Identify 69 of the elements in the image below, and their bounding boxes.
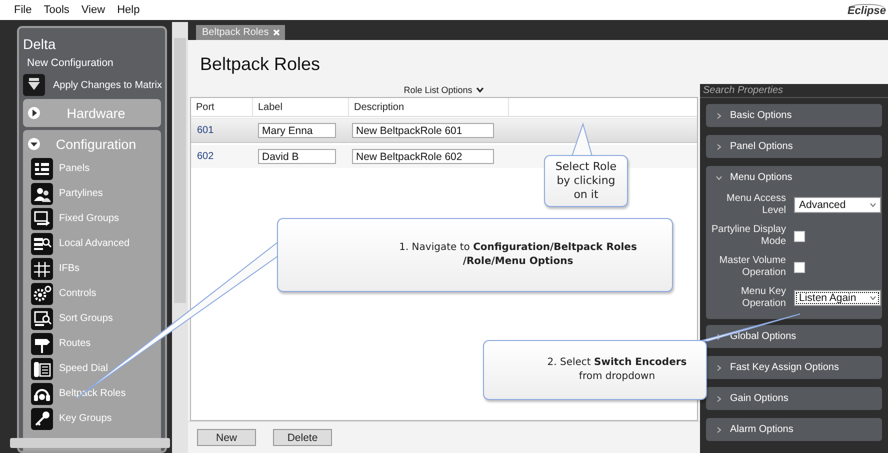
list-options-button[interactable]: Role List Options — [404, 85, 484, 95]
configuration-name: New Configuration — [27, 57, 114, 69]
nav-item-label: Routes — [59, 338, 91, 349]
apply-changes-button[interactable]: Apply Changes to Matrix — [23, 74, 162, 96]
description-field[interactable]: New BeltpackRole 601 — [352, 123, 494, 138]
key-icon — [31, 408, 53, 430]
nav-item-label: IFBs — [59, 263, 80, 274]
label-field[interactable]: Mary Enna — [258, 123, 336, 138]
nav-item-label: Key Groups — [59, 413, 112, 424]
headset-icon — [31, 382, 53, 404]
label-field[interactable]: David B — [258, 149, 336, 164]
signpost-icon — [31, 332, 53, 354]
column-header[interactable]: Port — [191, 98, 253, 116]
field-label: Menu Access Level — [726, 193, 786, 217]
grid-icon — [31, 158, 53, 180]
table-row[interactable]: 601 Mary Enna New BeltpackRole 601 — [191, 118, 697, 143]
dropdown[interactable]: Advanced — [794, 197, 881, 213]
download-icon — [23, 74, 45, 96]
field-label: Menu Key Operation — [740, 286, 786, 310]
nav-item-label: Speed Dial — [59, 363, 108, 374]
field-label: Master Volume Operation — [718, 255, 786, 279]
menu-item[interactable]: File — [8, 4, 38, 16]
menu-item[interactable]: View — [75, 4, 112, 16]
configuration-title: Delta — [23, 36, 57, 52]
section-header[interactable]: Basic Options — [706, 104, 882, 127]
monitor-icon — [31, 208, 53, 230]
dropdown[interactable]: Listen Again — [794, 290, 881, 306]
chevron-down-icon — [476, 87, 484, 93]
section-header[interactable]: Fast Key Assign Options — [706, 356, 882, 379]
nav-item-label: Partylines — [59, 188, 103, 199]
lines-icon — [31, 258, 53, 280]
port-cell-text: 601 — [196, 125, 215, 136]
port-cell-text: 602 — [196, 151, 215, 162]
gear-icon — [31, 282, 53, 304]
nav-item-label: Local Advanced — [59, 238, 130, 249]
section-header[interactable]: Menu Options — [706, 166, 882, 189]
nav-item-label: Controls — [59, 288, 96, 299]
people-icon — [31, 182, 53, 204]
phone-icon — [31, 358, 53, 380]
description-field[interactable]: New BeltpackRole 602 — [352, 149, 494, 164]
menu-item[interactable]: Help — [111, 4, 146, 16]
caret-icon — [870, 203, 876, 207]
section-header[interactable]: Gain Options — [706, 387, 882, 410]
close-icon[interactable] — [272, 29, 280, 36]
callout: 2. Select Switch Encoders from dropdown — [483, 340, 707, 400]
nav-item-label: Fixed Groups — [59, 213, 120, 224]
field-label: Partyline Display Mode — [710, 224, 786, 248]
magnifier-icon — [31, 232, 53, 254]
callout: 1. Navigate to Configuration/Beltpack Roles /Role/Menu Options — [277, 218, 673, 292]
nav-item-label: Sort Groups — [59, 313, 113, 324]
page-title: Beltpack Roles — [200, 54, 320, 75]
search-field[interactable]: Search Properties — [700, 84, 888, 98]
checkbox[interactable] — [794, 262, 805, 272]
column-header[interactable]: Label — [253, 98, 349, 116]
scrollbar[interactable] — [172, 22, 188, 453]
logo: Eclipse — [847, 4, 886, 16]
callout-pointer — [571, 122, 593, 156]
checkbox[interactable] — [794, 230, 805, 242]
action-button[interactable]: Delete — [273, 429, 332, 446]
caret-icon — [870, 296, 876, 300]
column-header[interactable]: Description — [349, 98, 509, 116]
section-header[interactable]: Panel Options — [706, 135, 882, 158]
action-button[interactable]: New — [197, 429, 256, 446]
callout: Select Role by clicking on it — [544, 155, 628, 207]
menu-item[interactable]: Tools — [38, 4, 76, 16]
nav-item-label: Panels — [59, 163, 90, 174]
section-header[interactable]: Alarm Options — [706, 418, 882, 441]
scrollbar[interactable] — [10, 438, 170, 448]
monitor-icon — [31, 308, 53, 330]
